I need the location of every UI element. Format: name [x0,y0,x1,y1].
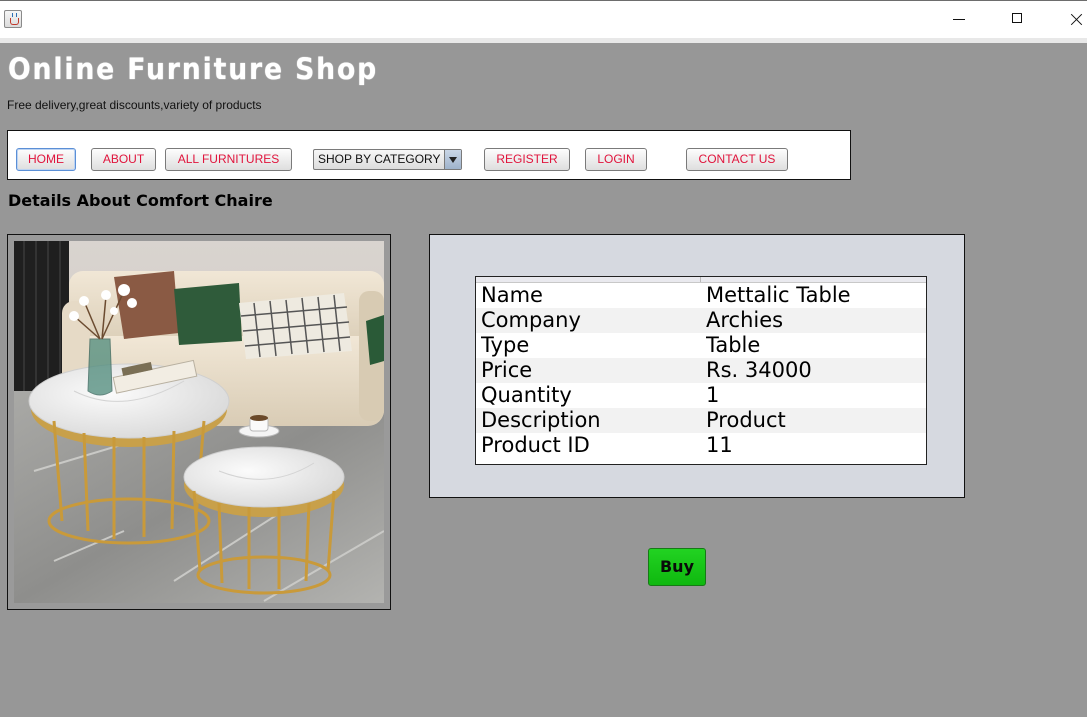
row-value: Archies [706,308,784,332]
details-heading: Details About Comfort Chaire [8,191,273,210]
row-label: Price [481,358,533,382]
home-button[interactable]: HOME [16,148,76,171]
category-dropdown-value: SHOP BY CATEGORY [318,152,441,166]
row-value: 11 [706,433,733,457]
table-row[interactable]: Product ID 11 [476,433,926,458]
window-titlebar [0,0,1087,38]
row-label: Company [481,308,581,332]
product-image-panel [7,234,391,610]
about-button[interactable]: ABOUT [91,148,156,171]
table-row[interactable]: Price Rs. 34000 [476,358,926,383]
product-image [14,241,384,603]
category-dropdown[interactable]: SHOP BY CATEGORY [313,149,462,170]
maximize-button[interactable] [995,1,1041,38]
table-row[interactable]: Description Product [476,408,926,433]
row-label: Product ID [481,433,590,457]
row-value: Rs. 34000 [706,358,812,382]
shop-tagline: Free delivery,great discounts,variety of… [7,98,262,112]
product-details-table: Name Mettalic Table Company Archies Type… [475,276,927,465]
minimize-icon [953,19,965,20]
table-row[interactable]: Quantity 1 [476,383,926,408]
nav-bar: HOME ABOUT ALL FURNITURES SHOP BY CATEGO… [7,130,851,180]
product-info-panel: Name Mettalic Table Company Archies Type… [429,234,965,498]
close-icon [1053,1,1087,38]
row-value: Product [706,408,786,432]
row-label: Name [481,283,543,307]
window-frame-strip [0,38,1087,43]
login-button[interactable]: LOGIN [585,148,647,171]
table-row[interactable]: Company Archies [476,308,926,333]
chevron-down-icon[interactable] [444,150,461,169]
java-cup-icon[interactable] [4,10,22,28]
row-value: Table [706,333,761,357]
contact-us-button[interactable]: CONTACT US [686,148,788,171]
buy-button[interactable]: Buy [648,548,706,586]
row-value: Mettalic Table [706,283,851,307]
table-row[interactable]: Type Table [476,333,926,358]
close-button[interactable] [1053,1,1087,38]
minimize-button[interactable] [936,1,982,38]
row-value: 1 [706,383,720,407]
row-label: Quantity [481,383,572,407]
row-label: Type [481,333,530,357]
all-furnitures-button[interactable]: ALL FURNITURES [165,148,292,171]
table-row[interactable]: Name Mettalic Table [476,283,926,308]
maximize-icon [1012,13,1022,23]
register-button[interactable]: REGISTER [484,148,570,171]
row-label: Description [481,408,601,432]
shop-title: Online Furniture Shop [8,52,379,86]
